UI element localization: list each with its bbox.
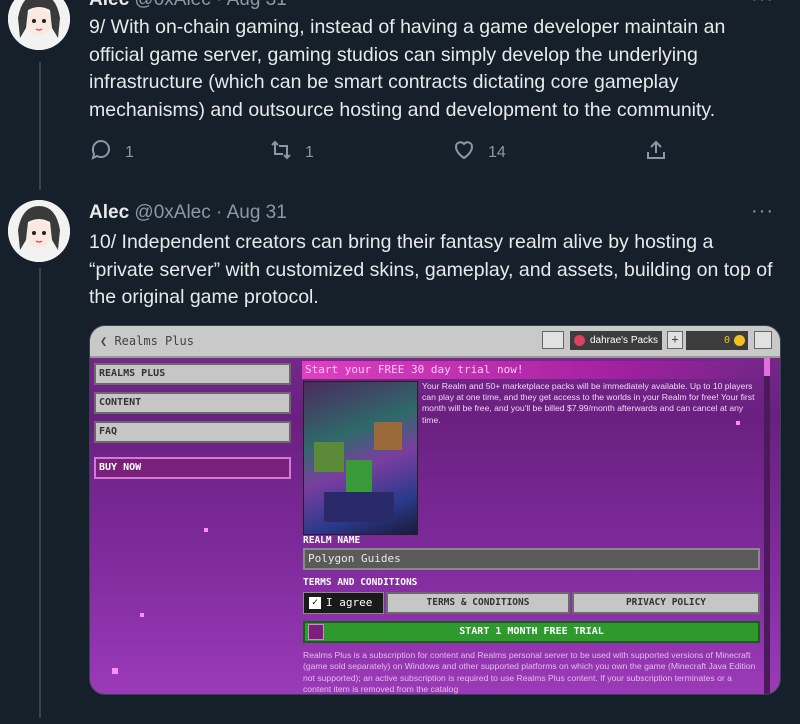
- sidebar-item-realms-plus[interactable]: REALMS PLUS: [94, 363, 291, 385]
- coin-icon: [734, 335, 745, 346]
- thread-line: [39, 62, 41, 190]
- heart-icon: [452, 138, 476, 167]
- trial-banner: Start your FREE 30 day trial now!: [302, 361, 766, 379]
- art-block: [314, 442, 344, 472]
- author-handle[interactable]: @0xAlec: [134, 202, 210, 223]
- start-trial-label: START 1 MONTH FREE TRIAL: [459, 626, 604, 637]
- realms-description: Your Realm and 50+ marketplace packs wil…: [422, 381, 755, 425]
- terms-heading: TERMS AND CONDITIONS: [303, 577, 418, 588]
- add-icon[interactable]: +: [667, 331, 683, 349]
- tweet-media-image[interactable]: ❮ Realms Plus dahrae's Packs + 0 REALMS …: [89, 325, 781, 695]
- tweet-header: Alec @0xAlec · Aug 31: [89, 0, 287, 11]
- agree-label: I agree: [326, 596, 373, 609]
- sparkle-decoration: [112, 668, 118, 674]
- avatar[interactable]: [8, 0, 70, 50]
- checkmark-icon: ✓: [309, 597, 321, 609]
- author-handle[interactable]: @0xAlec: [134, 0, 210, 10]
- privacy-policy-button[interactable]: PRIVACY POLICY: [572, 592, 760, 614]
- tweet-text: 9/ With on-chain gaming, instead of havi…: [89, 16, 726, 121]
- tweet-actions: 1 1 14: [89, 138, 689, 168]
- sidebar-item-buy-now[interactable]: BUY NOW: [94, 457, 291, 479]
- profile-icon: [574, 335, 585, 346]
- packs-button[interactable]: dahrae's Packs: [570, 331, 662, 350]
- tweet-header: Alec @0xAlec · Aug 31: [89, 200, 287, 226]
- like-button[interactable]: 14: [452, 138, 506, 167]
- tweet-separator: ·: [216, 202, 223, 223]
- sidebar-item-faq[interactable]: FAQ: [94, 421, 291, 443]
- author-name[interactable]: Alec: [89, 202, 129, 223]
- reply-button[interactable]: 1: [89, 138, 134, 167]
- author-name[interactable]: Alec: [89, 0, 129, 10]
- tweet-date[interactable]: Aug 31: [227, 202, 287, 223]
- screenshot-icon[interactable]: [542, 331, 564, 349]
- reply-icon: [89, 138, 113, 167]
- coin-count: 0: [723, 335, 730, 346]
- realms-back-button[interactable]: ❮ Realms Plus: [100, 334, 194, 348]
- avatar[interactable]: [8, 200, 70, 262]
- realms-top-bar: ❮ Realms Plus dahrae's Packs + 0: [90, 326, 780, 358]
- tweet-separator: ·: [216, 0, 227, 10]
- tweet-text: 10/ Independent creators can bring their…: [89, 231, 773, 308]
- like-count: 14: [488, 143, 506, 161]
- coin-balance: 0: [686, 331, 748, 350]
- start-trial-button[interactable]: START 1 MONTH FREE TRIAL: [303, 621, 760, 643]
- sparkle-decoration: [140, 613, 144, 617]
- more-options-button[interactable]: ···: [751, 0, 774, 11]
- scrollbar[interactable]: [764, 358, 770, 694]
- sparkle-decoration: [204, 528, 208, 532]
- realm-name-input[interactable]: Polygon Guides: [303, 548, 760, 570]
- tweet-actions-partial: [89, 712, 689, 724]
- art-block: [324, 492, 394, 522]
- realm-icon: [308, 624, 324, 640]
- packs-label: dahrae's Packs: [590, 335, 659, 346]
- thread-line: [39, 268, 41, 718]
- agree-checkbox[interactable]: ✓ I agree: [303, 592, 384, 614]
- realm-name-label: REALM NAME: [303, 535, 361, 546]
- pack-artwork: [303, 381, 418, 535]
- reply-count: 1: [125, 143, 134, 161]
- retweet-button[interactable]: 1: [269, 138, 314, 167]
- sidebar-item-content[interactable]: CONTENT: [94, 392, 291, 414]
- search-icon[interactable]: [754, 331, 772, 349]
- realms-plus-panel: Start your FREE 30 day trial now! Your R…: [300, 358, 766, 695]
- scrollbar-thumb[interactable]: [764, 358, 770, 376]
- art-block: [374, 422, 402, 450]
- legal-text: Realms Plus is a subscription for conten…: [303, 650, 756, 695]
- tweet-date[interactable]: Aug 31: [227, 0, 287, 10]
- more-options-button[interactable]: ···: [751, 200, 774, 223]
- retweet-count: 1: [305, 143, 314, 161]
- retweet-icon: [269, 138, 293, 167]
- terms-button[interactable]: TERMS & CONDITIONS: [386, 592, 570, 614]
- share-icon: [644, 138, 668, 167]
- share-button[interactable]: [644, 138, 668, 167]
